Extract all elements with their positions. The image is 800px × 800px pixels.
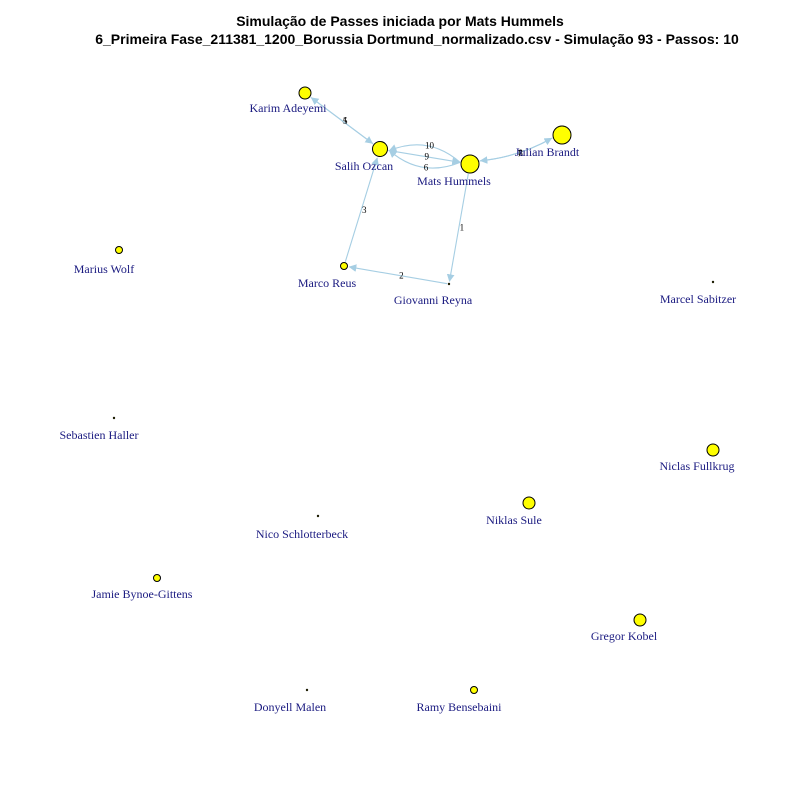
player-node-circle [153, 574, 161, 582]
player-name-label: Mats Hummels [417, 174, 491, 188]
player-name-label: Niklas Sule [486, 513, 542, 527]
player-node-sebastien: Sebastien Haller [60, 416, 139, 442]
player-name-label: Sebastien Haller [60, 428, 139, 442]
player-name-label: Donyell Malen [254, 700, 326, 714]
player-node-circle [460, 154, 480, 174]
player-name-label: Salih Ozcan [335, 159, 393, 173]
player-node-karim: Karim Adeyemi [250, 86, 328, 115]
player-name-label: Karim Adeyemi [250, 101, 328, 115]
player-node-circle [522, 496, 536, 510]
player-node-giovanni: Giovanni Reyna [394, 282, 473, 307]
pass-edge-label: 1 [460, 223, 465, 233]
pass-network-graph: 12345678910 Karim AdeyemiSalih OzcanMats… [60, 86, 736, 714]
player-name-label: Nico Schlotterbeck [256, 527, 348, 541]
player-node-circle [305, 688, 309, 692]
player-node-circle [706, 443, 720, 457]
pass-edge-label: 9 [425, 151, 430, 161]
player-node-circle [112, 416, 116, 420]
player-node-ramy: Ramy Bensebaini [417, 686, 503, 714]
pass-edge-label: 6 [424, 162, 429, 172]
player-node-marco: Marco Reus [298, 262, 357, 290]
player-node-circle [372, 141, 388, 157]
player-node-niclas_f: Niclas Fullkrug [660, 443, 735, 473]
pass-edge-label: 5 [343, 116, 348, 126]
player-node-marius: Marius Wolf [74, 246, 134, 276]
player-name-label: Giovanni Reyna [394, 293, 473, 307]
player-node-nico: Nico Schlotterbeck [256, 514, 348, 541]
player-node-donyell: Donyell Malen [254, 688, 326, 714]
player-name-label: Niclas Fullkrug [660, 459, 735, 473]
player-name-label: Gregor Kobel [591, 629, 658, 643]
pass-edge-label: 10 [425, 141, 435, 151]
player-name-label: Marco Reus [298, 276, 357, 290]
player-name-label: Marcel Sabitzer [660, 292, 736, 306]
player-name-label: Jamie Bynoe-Gittens [92, 587, 193, 601]
player-node-circle [633, 613, 647, 627]
player-node-marcel: Marcel Sabitzer [660, 280, 736, 306]
nodes-layer: Karim Adeyemi Salih Ozcan Mats Hummels Juli… [60, 86, 736, 714]
player-name-label: Marius Wolf [74, 262, 134, 276]
player-node-niklas_s: Niklas Sule [486, 496, 542, 527]
player-node-circle [711, 280, 715, 284]
player-node-circle [447, 282, 451, 286]
player-node-circle [470, 686, 478, 694]
player-node-salih: Salih Ozcan [335, 141, 393, 173]
diagram-canvas: Simulação de Passes iniciada por Mats Hu… [0, 0, 800, 800]
player-node-jamie: Jamie Bynoe-Gittens [92, 574, 193, 601]
player-name-label: Julian Brandt [515, 145, 580, 159]
player-node-circle [552, 125, 572, 145]
pass-edge-label: 2 [399, 270, 404, 280]
player-node-julian: Julian Brandt [515, 125, 580, 159]
edges-layer: 12345678910 [310, 96, 553, 285]
player-node-circle [316, 514, 320, 518]
player-name-label: Ramy Bensebaini [417, 700, 503, 714]
player-node-gregor: Gregor Kobel [591, 613, 658, 643]
player-node-circle [298, 86, 312, 100]
player-node-circle [340, 262, 348, 270]
pass-edge-label: 3 [362, 205, 367, 215]
player-node-circle [115, 246, 123, 254]
